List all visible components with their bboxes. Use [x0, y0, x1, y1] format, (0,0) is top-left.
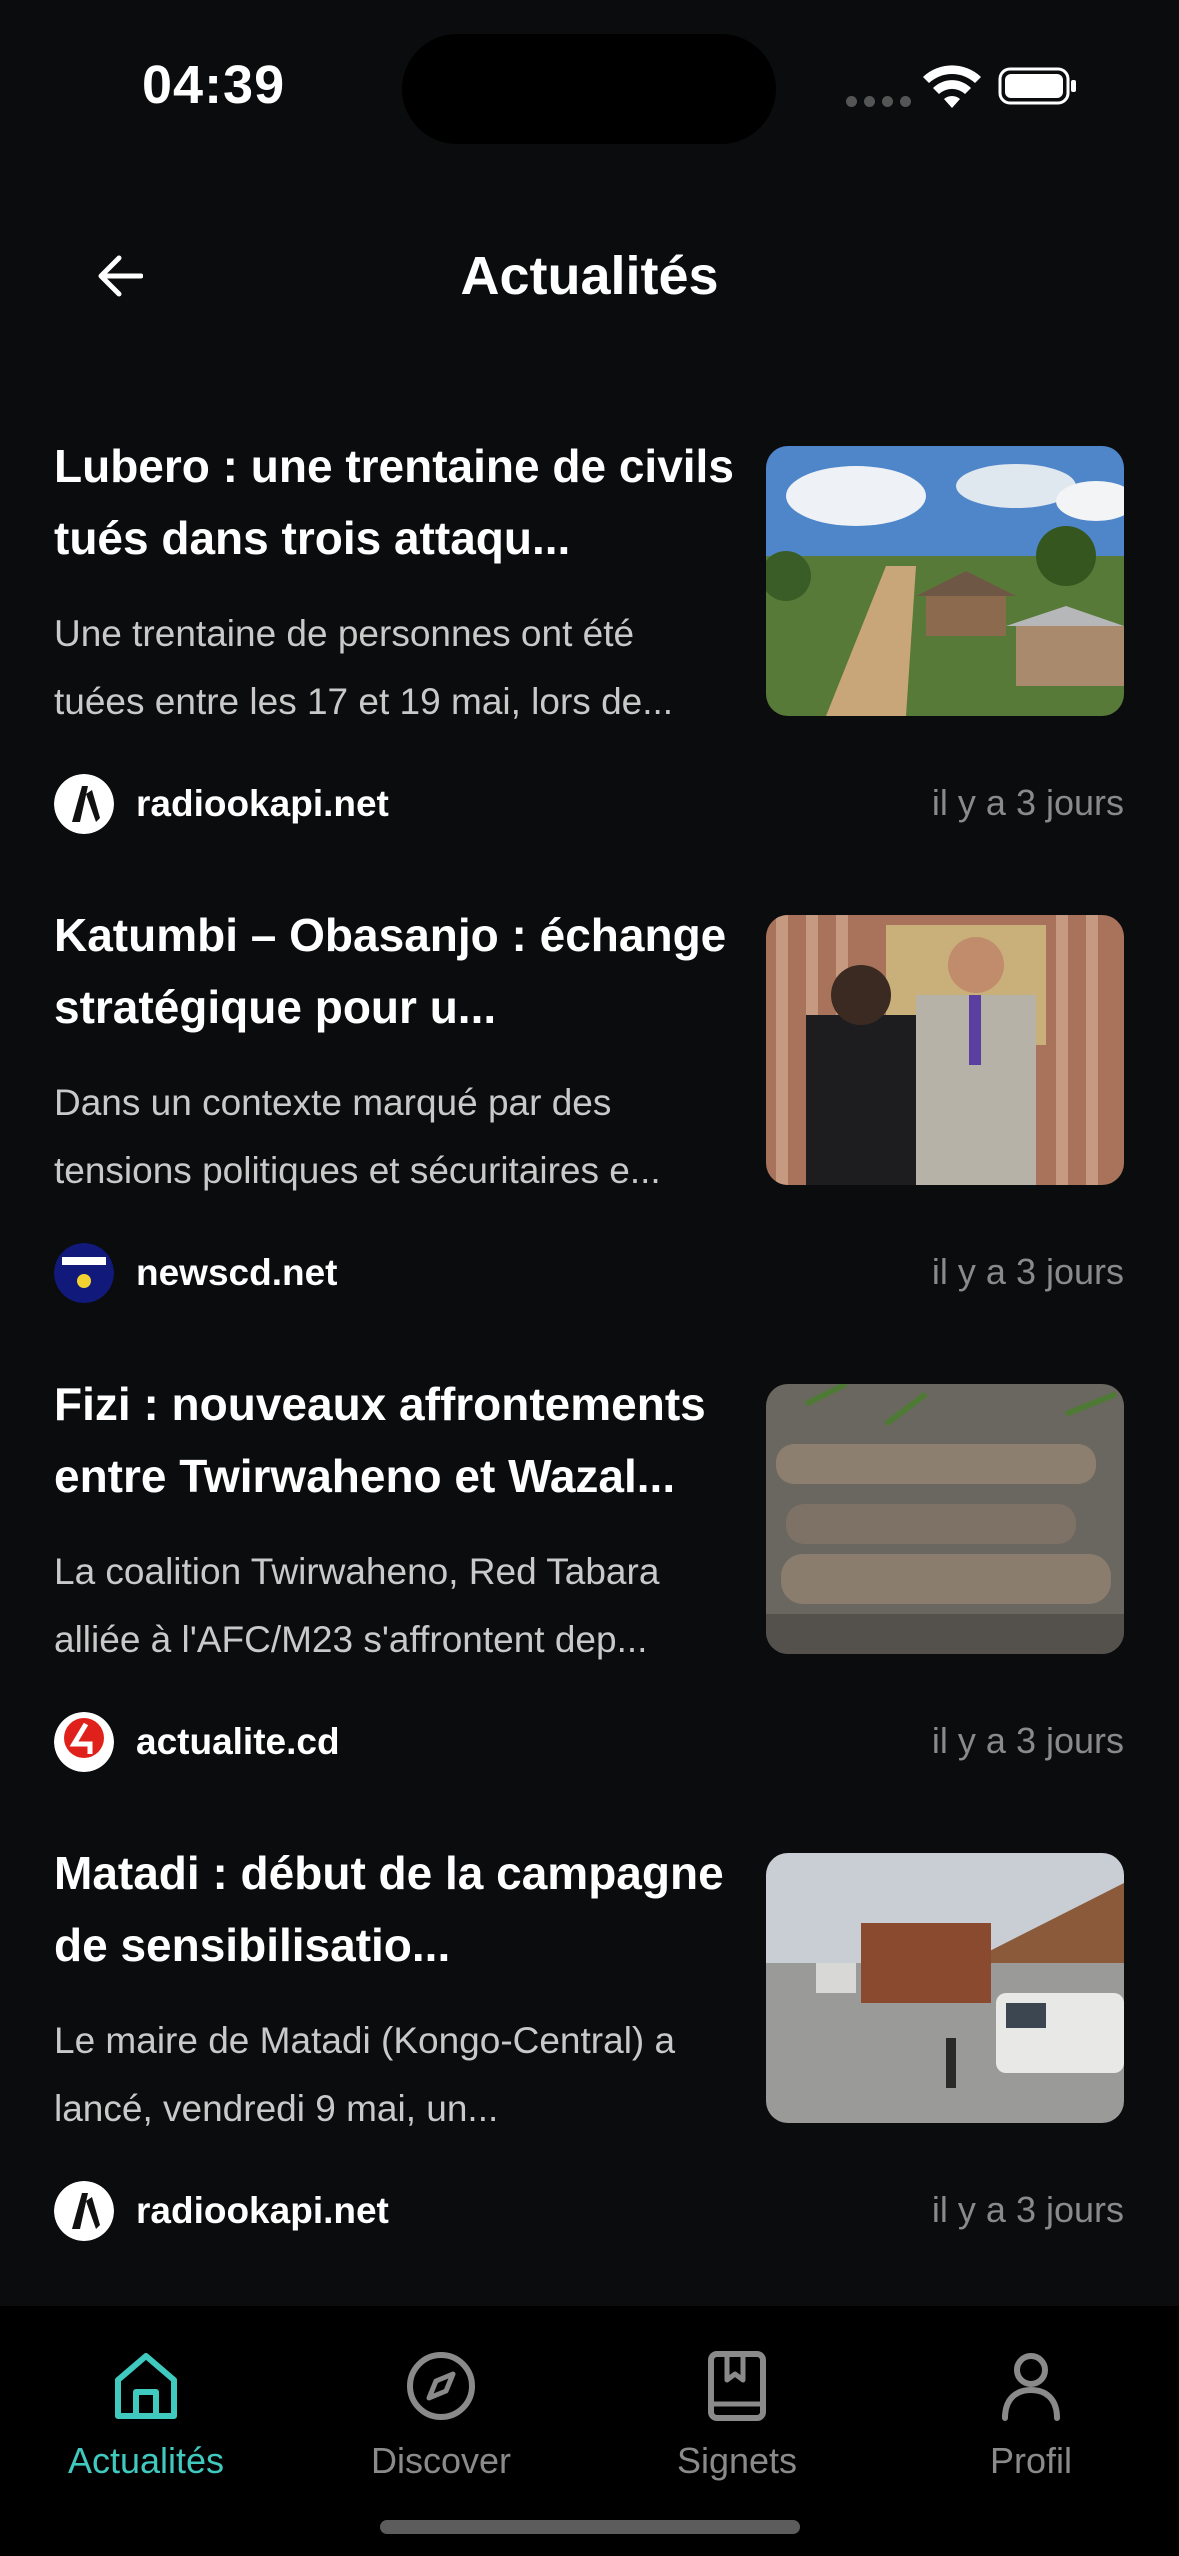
article-card[interactable]: Katumbi – Obasanjo : échange stratégique… — [0, 899, 1179, 1368]
home-indicator[interactable] — [380, 2520, 800, 2534]
actualitecd-logo — [54, 1712, 114, 1772]
cellular-signal-icon — [846, 96, 911, 107]
tab-signets[interactable]: Signets — [627, 2346, 847, 2486]
tab-bar: Actualités Discover Signets Profil — [0, 2306, 1179, 2556]
dynamic-island — [402, 34, 776, 144]
article-thumbnail[interactable] — [766, 446, 1124, 716]
status-bar: 04:39 — [0, 0, 1179, 180]
article-description: La coalition Twirwaheno, Red Tabara alli… — [54, 1551, 660, 1660]
article-time: il y a 3 jours — [931, 2189, 1124, 2230]
status-time: 04:39 — [142, 55, 286, 115]
article-title[interactable]: Katumbi – Obasanjo : échange stratégique… — [54, 899, 734, 1043]
page-title: Actualités — [460, 246, 719, 306]
tab-label: Actualités — [67, 2440, 225, 2481]
article-time: il y a 3 jours — [931, 782, 1124, 823]
compass-icon — [407, 2352, 475, 2420]
handshake-photo — [766, 915, 1124, 1185]
home-icon — [115, 2353, 177, 2419]
radiookapi-logo — [54, 2181, 114, 2241]
header: Actualités — [0, 200, 1179, 350]
article-card[interactable]: Fizi : nouveaux affrontements entre Twir… — [0, 1368, 1179, 1837]
tab-label: Signets — [676, 2440, 798, 2481]
article-thumbnail[interactable] — [766, 1384, 1124, 1654]
source-name: radiookapi.net — [136, 2190, 389, 2231]
article-card[interactable]: Matadi : début de la campagne de sensibi… — [0, 1837, 1179, 2306]
tab-label: Profil — [989, 2440, 1073, 2481]
radiookapi-logo — [54, 774, 114, 834]
bookmark-icon — [708, 2351, 766, 2421]
article-description: Le maire de Matadi (Kongo-Central) a lan… — [54, 2020, 676, 2129]
article-thumbnail[interactable] — [766, 915, 1124, 1185]
article-source[interactable]: actualite.cd — [54, 1710, 340, 1774]
article-title[interactable]: Lubero : une trentaine de civils tués da… — [54, 430, 734, 574]
tab-actualites[interactable]: Actualités — [36, 2346, 256, 2486]
article-thumbnail[interactable] — [766, 1853, 1124, 2123]
article-list: Lubero : une trentaine de civils tués da… — [0, 430, 1179, 2306]
article-time: il y a 3 jours — [931, 1720, 1124, 1761]
tab-label: Discover — [370, 2440, 512, 2481]
source-name: actualite.cd — [136, 1721, 340, 1762]
tab-profil[interactable]: Profil — [921, 2346, 1141, 2486]
village-photo — [766, 446, 1124, 716]
road-trucks-photo — [766, 1853, 1124, 2123]
article-source[interactable]: radiookapi.net — [54, 2179, 389, 2243]
article-card[interactable]: Lubero : une trentaine de civils tués da… — [0, 430, 1179, 899]
battery-icon — [998, 67, 1076, 105]
article-description: Dans un contexte marqué par des tensions… — [54, 1082, 661, 1191]
newscd-logo — [54, 1243, 114, 1303]
article-source[interactable]: radiookapi.net — [54, 772, 389, 836]
wifi-icon — [923, 65, 981, 108]
article-title[interactable]: Fizi : nouveaux affrontements entre Twir… — [54, 1368, 734, 1512]
source-name: radiookapi.net — [136, 783, 389, 824]
article-description: Une trentaine de personnes ont été tuées… — [54, 613, 674, 722]
tab-discover[interactable]: Discover — [331, 2346, 551, 2486]
article-source[interactable]: newscd.net — [54, 1241, 338, 1305]
source-name: newscd.net — [136, 1252, 338, 1293]
article-title[interactable]: Matadi : début de la campagne de sensibi… — [54, 1837, 734, 1981]
article-time: il y a 3 jours — [931, 1251, 1124, 1292]
shells-photo — [766, 1384, 1124, 1654]
person-icon — [1002, 2353, 1060, 2421]
